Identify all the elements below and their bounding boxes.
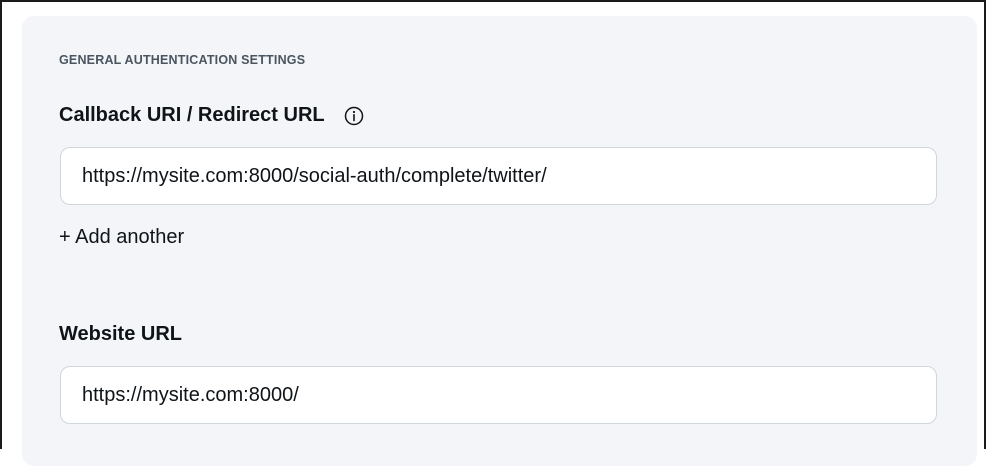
authentication-settings-panel: GENERAL AUTHENTICATION SETTINGS Callback… [22,16,977,466]
callback-url-label-row: Callback URI / Redirect URL [59,104,365,127]
info-circle-icon-svg [344,106,363,125]
add-another-callback-link[interactable]: + Add another [59,226,184,249]
info-circle-icon[interactable] [343,105,365,127]
callback-url-input[interactable] [60,147,937,205]
website-url-input[interactable] [60,366,937,424]
section-title: GENERAL AUTHENTICATION SETTINGS [59,53,306,67]
website-url-label: Website URL [59,323,182,345]
screenshot-frame: GENERAL AUTHENTICATION SETTINGS Callback… [0,0,986,466]
callback-url-label: Callback URI / Redirect URL [59,104,325,126]
